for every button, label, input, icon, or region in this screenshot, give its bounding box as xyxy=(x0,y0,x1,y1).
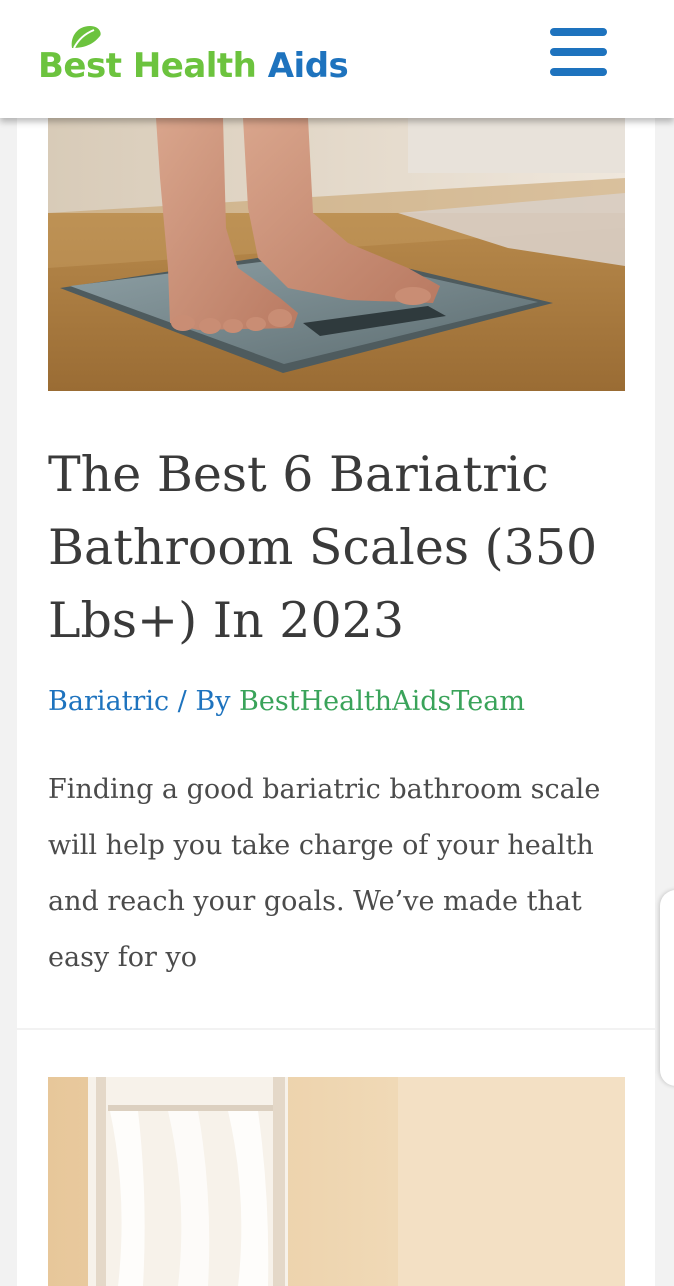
hamburger-menu-icon[interactable] xyxy=(550,28,608,76)
site-logo[interactable]: Best Health Aids xyxy=(38,46,349,86)
logo-word-health: Health xyxy=(132,46,257,86)
post-author-link[interactable]: BestHealthAidsTeam xyxy=(239,686,525,717)
side-floating-tab[interactable] xyxy=(660,890,674,1086)
post-meta: Bariatric / By BestHealthAidsTeam xyxy=(48,686,525,717)
post-category-link[interactable]: Bariatric xyxy=(48,686,169,717)
post-featured-image[interactable] xyxy=(48,118,625,391)
logo-word-aids: Aids xyxy=(267,46,349,86)
meta-separator: / By xyxy=(169,686,240,717)
post-excerpt: Finding a good bariatric bathroom scale … xyxy=(48,774,601,973)
site-header: Best Health Aids xyxy=(0,0,674,118)
post-title[interactable]: The Best 6 Bariatric Bathroom Scales (35… xyxy=(48,438,638,657)
logo-word-best: Best xyxy=(38,46,122,86)
next-post-featured-image[interactable] xyxy=(48,1077,625,1286)
